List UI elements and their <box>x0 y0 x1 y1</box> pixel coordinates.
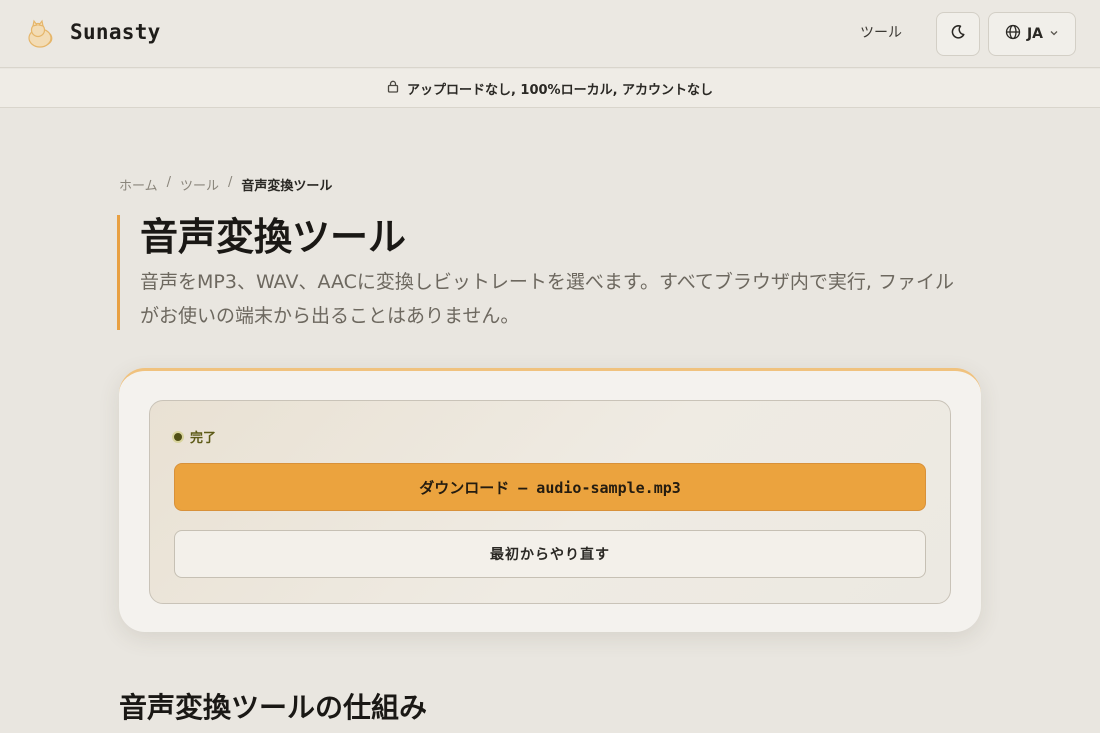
theme-toggle-button[interactable] <box>936 12 980 56</box>
moon-icon <box>950 24 966 44</box>
how-it-works-heading: 音声変換ツールの仕組み <box>119 691 428 724</box>
nav-tools-link[interactable]: ツール <box>860 22 902 42</box>
status-dot-icon <box>172 430 184 443</box>
globe-icon <box>1005 24 1021 44</box>
brand-name[interactable]: Sunasty <box>70 20 161 44</box>
chevron-down-icon <box>1049 26 1059 42</box>
top-bar: Sunasty ツール JA <box>0 0 1100 68</box>
hero: 音声変換ツール 音声をMP3、WAV、AACに変換しビットレートを選べます。すべ… <box>117 215 977 330</box>
breadcrumb-home[interactable]: ホーム <box>119 175 158 194</box>
restart-button[interactable]: 最初からやり直す <box>174 530 926 578</box>
breadcrumb-current: 音声変換ツール <box>241 179 333 194</box>
privacy-banner: アップロードなし, 100%ローカル, アカウントなし <box>0 69 1100 108</box>
breadcrumb-tools[interactable]: ツール <box>180 175 219 194</box>
download-button[interactable]: ダウンロード — audio-sample.mp3 <box>174 463 926 511</box>
breadcrumb-separator: / <box>228 175 233 190</box>
language-label: JA <box>1026 26 1044 42</box>
privacy-banner-text: アップロードなし, 100%ローカル, アカウントなし <box>406 82 714 98</box>
lock-icon <box>387 80 399 97</box>
breadcrumb: ホーム / ツール / 音声変換ツール <box>119 175 332 194</box>
result-panel: 完了 ダウンロード — audio-sample.mp3 最初からやり直す <box>149 400 951 604</box>
page-title: 音声変換ツール <box>140 215 407 259</box>
converter-card: 完了 ダウンロード — audio-sample.mp3 最初からやり直す <box>119 368 981 632</box>
status-label: 完了 <box>190 431 217 446</box>
cat-icon[interactable] <box>24 18 56 50</box>
status-badge: 完了 <box>172 427 216 446</box>
breadcrumb-separator: / <box>166 175 172 190</box>
language-selector[interactable]: JA <box>988 12 1076 56</box>
page-description: 音声をMP3、WAV、AACに変換しビットレートを選べます。すべてブラウザ内で実… <box>140 271 955 327</box>
